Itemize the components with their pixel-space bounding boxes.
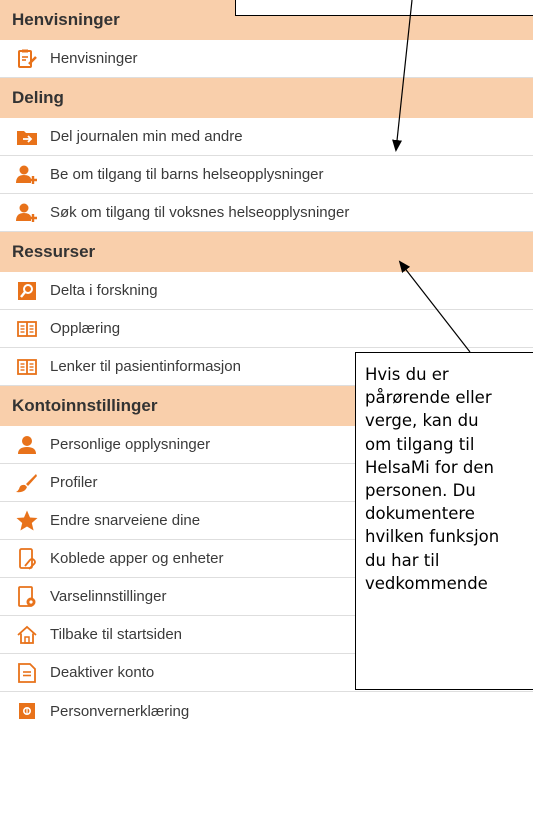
arrow-to-share-journal [392, 0, 413, 152]
callout-line: du har til [365, 550, 440, 570]
callout-line: Hvis du er [365, 365, 449, 384]
callout-line: HelsaMi for den [365, 457, 494, 477]
arrow-to-adult-access [398, 260, 471, 353]
callout-box: Hvis du er pårørende eller verge, kan du… [355, 352, 533, 690]
callout-line: verge, kan du [365, 411, 479, 431]
callout-line: om tilgang til [365, 434, 475, 454]
callout-line: dokumentere [365, 504, 475, 524]
callout-line: hvilken funksjon [365, 527, 500, 547]
callout-line: pårørende eller [365, 388, 492, 408]
callout-line: personen. Du [365, 481, 476, 501]
callout-line: vedkommende [365, 573, 488, 593]
